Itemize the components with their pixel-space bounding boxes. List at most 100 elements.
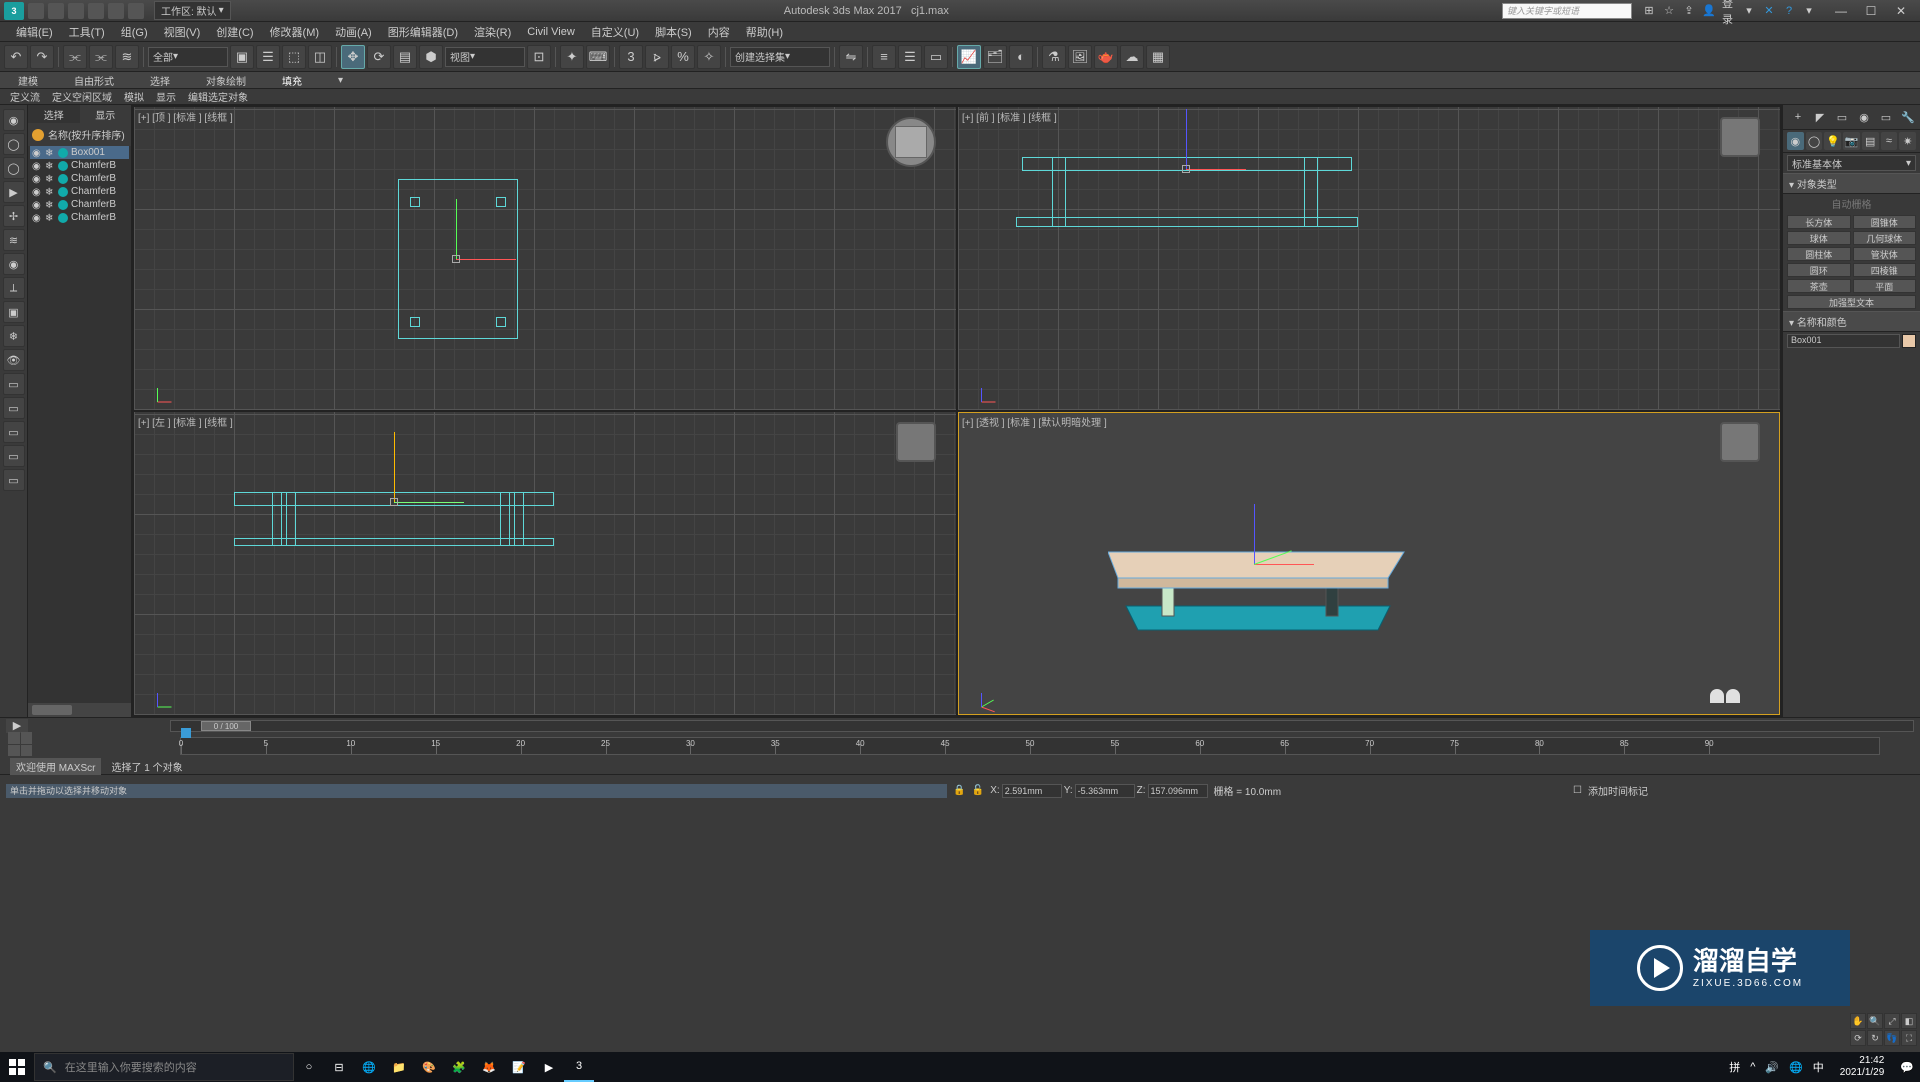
select-scale-button[interactable]: ▤ bbox=[393, 45, 417, 69]
snap-toggle-button[interactable]: 3 bbox=[619, 45, 643, 69]
x-input[interactable] bbox=[1002, 784, 1062, 798]
visibility-icon[interactable]: ◉ bbox=[32, 187, 42, 197]
login-label[interactable]: 登录 bbox=[1722, 4, 1736, 18]
prim-torus-button[interactable]: 圆环 bbox=[1787, 263, 1851, 277]
list-item[interactable]: ◉ ❄ ChamferB bbox=[30, 211, 129, 224]
viewcube[interactable] bbox=[896, 422, 936, 462]
vbar-shapes-icon[interactable]: ◯ bbox=[3, 133, 25, 155]
tray-volume-icon[interactable]: 🔊 bbox=[1765, 1061, 1779, 1074]
vbar-layer4-icon[interactable]: ▭ bbox=[3, 445, 25, 467]
select-by-name-button[interactable]: ☰ bbox=[256, 45, 280, 69]
select-move-button[interactable]: ✥ bbox=[341, 45, 365, 69]
cortana-icon[interactable]: ⊟ bbox=[324, 1052, 354, 1082]
prim-geosphere-button[interactable]: 几何球体 bbox=[1853, 231, 1917, 245]
menu-content[interactable]: 内容 bbox=[700, 22, 738, 42]
display-icon[interactable]: ▭ bbox=[1878, 109, 1894, 125]
menu-rendering[interactable]: 渲染(R) bbox=[466, 22, 519, 42]
list-item[interactable]: ◉ ❄ ChamferB bbox=[30, 198, 129, 211]
render-button[interactable]: 🫖 bbox=[1094, 45, 1118, 69]
chevron-down-icon[interactable]: ▾ bbox=[1802, 4, 1816, 18]
render-online-button[interactable]: ☁ bbox=[1120, 45, 1144, 69]
prim-box-button[interactable]: 长方体 bbox=[1787, 215, 1851, 229]
vbar-freeze-icon[interactable]: ❄ bbox=[3, 325, 25, 347]
share-icon[interactable]: ⇪ bbox=[1682, 4, 1696, 18]
select-rotate-button[interactable]: ⟳ bbox=[367, 45, 391, 69]
viewport-label[interactable]: [+] [前 ] [标准 ] [线框 ] bbox=[962, 109, 1057, 124]
minimize-button[interactable]: — bbox=[1826, 2, 1856, 20]
visibility-icon[interactable]: ◉ bbox=[32, 148, 42, 158]
exchange-icon[interactable]: ✕ bbox=[1762, 4, 1776, 18]
vbar-layer5-icon[interactable]: ▭ bbox=[3, 469, 25, 491]
app-icon[interactable]: ▶ bbox=[534, 1052, 564, 1082]
utilities-icon[interactable]: 🔧 bbox=[1900, 109, 1916, 125]
select-manipulate-button[interactable]: ✦ bbox=[560, 45, 584, 69]
prim-plane-button[interactable]: 平面 bbox=[1853, 279, 1917, 293]
freeze-icon[interactable]: ❄ bbox=[45, 200, 55, 210]
object-color-icon[interactable] bbox=[58, 213, 68, 223]
prim-teapot-button[interactable]: 茶壶 bbox=[1787, 279, 1851, 293]
visibility-icon[interactable]: ◉ bbox=[32, 174, 42, 184]
menu-group[interactable]: 组(G) bbox=[113, 22, 156, 42]
freeze-icon[interactable]: ❄ bbox=[45, 161, 55, 171]
object-color-icon[interactable] bbox=[58, 187, 68, 197]
workspace-selector[interactable]: 工作区: 默认 ▾ bbox=[154, 1, 231, 20]
angle-snap-button[interactable]: ⦠ bbox=[645, 45, 669, 69]
start-button[interactable] bbox=[0, 1052, 34, 1082]
vbar-helpers-icon[interactable]: ✢ bbox=[3, 205, 25, 227]
menu-tools[interactable]: 工具(T) bbox=[61, 22, 113, 42]
percent-snap-button[interactable]: % bbox=[671, 45, 695, 69]
ribbon-tab-populate[interactable]: 填充 bbox=[274, 71, 310, 90]
taskbar-search[interactable]: 🔍 在这里输入你要搜索的内容 bbox=[34, 1053, 294, 1081]
vbar-geometry-icon[interactable]: ◉ bbox=[3, 109, 25, 131]
vbar-systems-icon[interactable]: ◉ bbox=[3, 253, 25, 275]
viewcube[interactable] bbox=[1720, 422, 1760, 462]
scene-tab-display[interactable]: 显示 bbox=[80, 105, 132, 123]
menu-views[interactable]: 视图(V) bbox=[156, 22, 209, 42]
list-item[interactable]: ◉ ❄ Box001 bbox=[30, 146, 129, 159]
ribbon-tab-modeling[interactable]: 建模 bbox=[10, 71, 46, 90]
hierarchy-icon[interactable]: ▭ bbox=[1834, 109, 1850, 125]
layer-button[interactable]: ☰ bbox=[898, 45, 922, 69]
prim-pyramid-button[interactable]: 四棱锥 bbox=[1853, 263, 1917, 277]
maximize-button[interactable]: ☐ bbox=[1856, 2, 1886, 20]
link-button[interactable]: ⫘ bbox=[63, 45, 87, 69]
ribbon-tab-object-paint[interactable]: 对象绘制 bbox=[198, 71, 254, 90]
object-color-icon[interactable] bbox=[58, 174, 68, 184]
object-color-icon[interactable] bbox=[58, 200, 68, 210]
schematic-view-button[interactable]: 🗂 bbox=[983, 45, 1007, 69]
explorer-icon[interactable]: 📁 bbox=[384, 1052, 414, 1082]
autogrid-checkbox[interactable]: 自动栅格 bbox=[1783, 194, 1920, 213]
notepad-icon[interactable]: 📝 bbox=[504, 1052, 534, 1082]
align-button[interactable]: ≡ bbox=[872, 45, 896, 69]
undo-button[interactable]: ↶ bbox=[4, 45, 28, 69]
redo-button[interactable]: ↷ bbox=[30, 45, 54, 69]
a360-button[interactable]: ▦ bbox=[1146, 45, 1170, 69]
visibility-icon[interactable]: ◉ bbox=[32, 161, 42, 171]
app-logo[interactable]: 3 bbox=[4, 2, 24, 20]
taskbar-clock[interactable]: 21:42 2021/1/29 bbox=[1834, 1055, 1891, 1079]
vbar-eye-icon[interactable]: 👁 bbox=[3, 349, 25, 371]
star-icon[interactable]: ☆ bbox=[1662, 4, 1676, 18]
list-item[interactable]: ◉ ❄ ChamferB bbox=[30, 159, 129, 172]
set-key-button[interactable]: ▶ bbox=[6, 719, 28, 733]
select-button[interactable]: ▣ bbox=[230, 45, 254, 69]
close-button[interactable]: ✕ bbox=[1886, 2, 1916, 20]
viewport-label[interactable]: [+] [顶 ] [标准 ] [线框 ] bbox=[138, 109, 233, 124]
menu-graph-editors[interactable]: 图形编辑器(D) bbox=[380, 22, 466, 42]
systems-icon[interactable]: ✷ bbox=[1899, 132, 1916, 150]
viewport-front[interactable]: [+] [前 ] [标准 ] [线框 ] bbox=[958, 107, 1780, 410]
time-slider-thumb[interactable]: 0 / 100 bbox=[201, 721, 251, 731]
ribbon-item[interactable]: 定义空闲区域 bbox=[52, 89, 112, 104]
paint-icon[interactable]: 🎨 bbox=[414, 1052, 444, 1082]
vbar-lights-icon[interactable]: ◯ bbox=[3, 157, 25, 179]
menu-edit[interactable]: 编辑(E) bbox=[8, 22, 61, 42]
modify-icon[interactable]: ◤ bbox=[1812, 109, 1828, 125]
undo-icon[interactable] bbox=[88, 3, 104, 19]
vbar-bone-icon[interactable]: ⟂ bbox=[3, 277, 25, 299]
viewport-label[interactable]: [+] [透视 ] [标准 ] [默认明暗处理 ] bbox=[962, 414, 1107, 429]
menu-civil-view[interactable]: Civil View bbox=[519, 24, 582, 40]
maxscript-welcome[interactable]: 欢迎使用 MAXScr bbox=[10, 758, 101, 775]
pan-button[interactable]: ✋ bbox=[1850, 1013, 1866, 1029]
menu-scripting[interactable]: 脚本(S) bbox=[647, 22, 700, 42]
plus-icon[interactable]: + bbox=[1790, 109, 1806, 125]
